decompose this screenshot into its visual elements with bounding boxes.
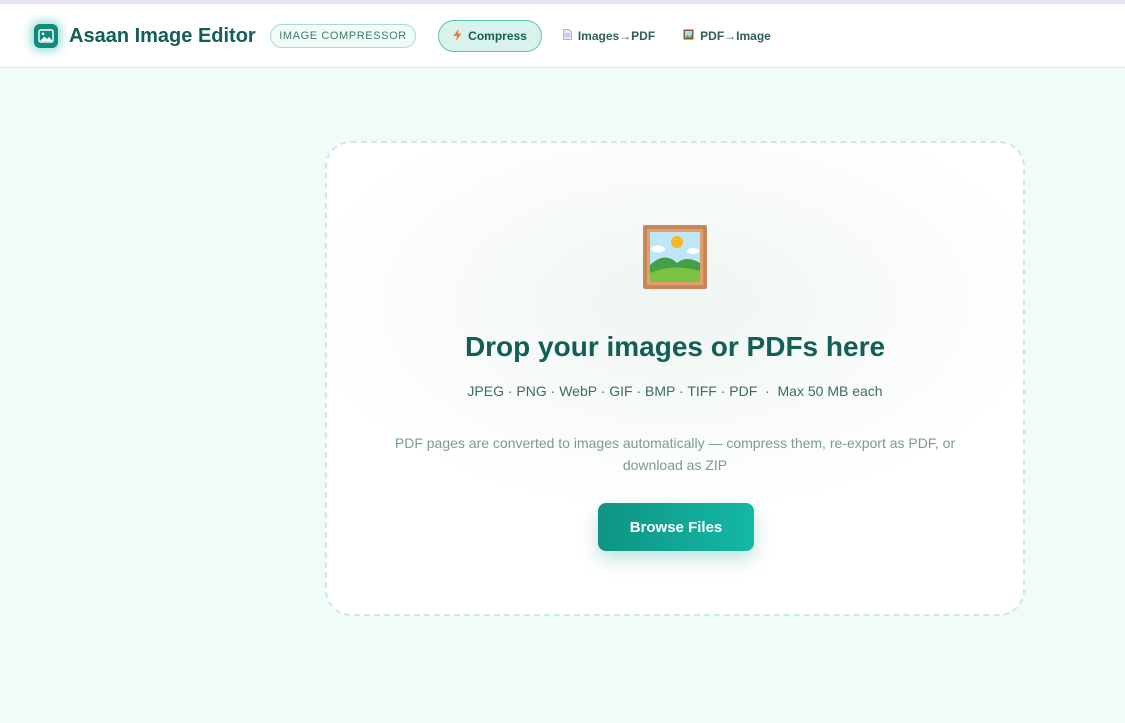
nav-pdf-to-image-label: PDF→Image xyxy=(700,29,771,43)
file-drop-zone[interactable]: Drop your images or PDFs here JPEG · PNG… xyxy=(325,141,1025,616)
lightning-icon xyxy=(453,28,462,44)
brand-title: Asaan Image Editor xyxy=(69,25,256,47)
framed-picture-icon xyxy=(643,225,707,289)
logo-image-icon xyxy=(34,24,58,48)
framed-picture-icon xyxy=(683,29,694,43)
document-icon xyxy=(562,29,572,43)
supported-formats-text: JPEG · PNG · WebP · GIF · BMP · TIFF · P… xyxy=(467,383,883,399)
nav-images-to-pdf-button[interactable]: Images→PDF xyxy=(556,20,662,52)
drop-title: Drop your images or PDFs here xyxy=(464,331,886,362)
app-header: Asaan Image Editor IMAGE COMPRESSOR Comp… xyxy=(0,4,1125,68)
nav-images-to-pdf-label: Images→PDF xyxy=(577,29,656,43)
nav-pdf-to-image-button[interactable]: PDF→Image xyxy=(678,20,776,52)
pdf-conversion-note: PDF pages are converted to images automa… xyxy=(394,435,956,473)
browse-files-button[interactable]: Browse Files xyxy=(598,503,754,551)
app-tag-badge: IMAGE COMPRESSOR xyxy=(270,24,416,48)
nav-compress-label: Compress xyxy=(468,29,527,43)
nav-compress-button[interactable]: Compress xyxy=(438,20,542,52)
